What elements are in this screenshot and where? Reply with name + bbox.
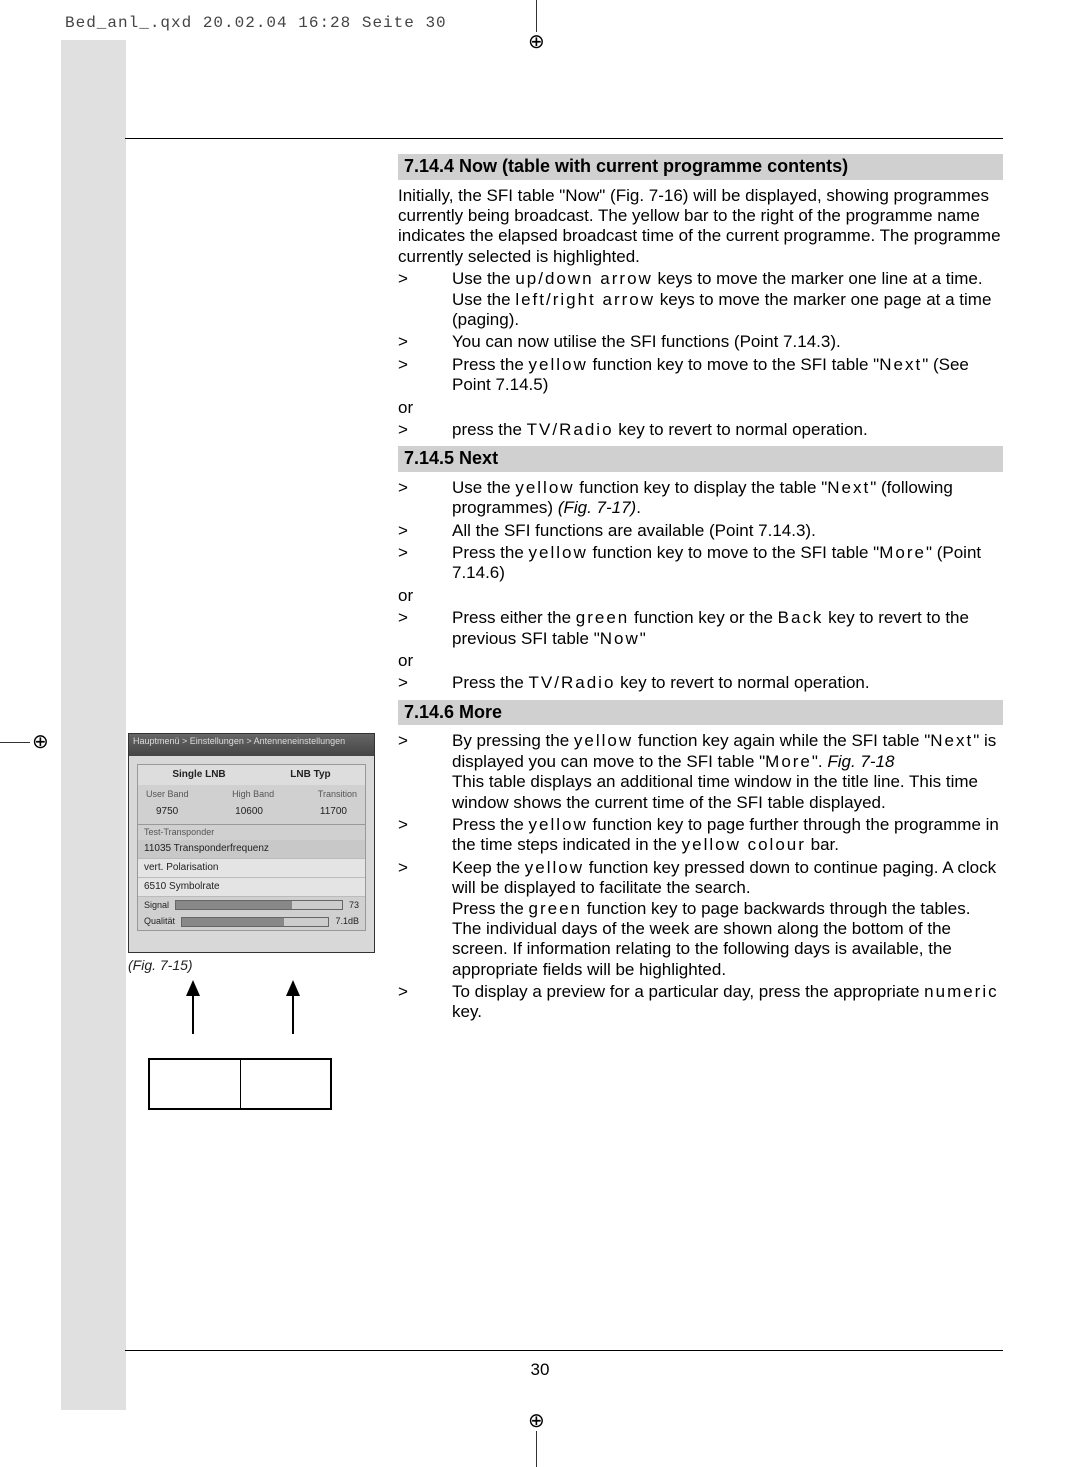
- fig-row-1: 11035 Transponderfrequenz: [138, 840, 365, 859]
- fig-row-3: 6510 Symbolrate: [138, 878, 365, 897]
- instruction-text: Press the yellow function key to move to…: [452, 355, 1003, 396]
- bullet-marker: >: [398, 543, 452, 584]
- crop-mark-bottom: ⊕: [528, 1411, 545, 1467]
- instruction-item: >You can now utilise the SFI functions (…: [398, 332, 1003, 352]
- figure-column: Hauptmenü > Einstellungen > Antenneneins…: [128, 733, 378, 1110]
- fig-hdr-1: Single LNB: [172, 769, 225, 781]
- instruction-item: >Press the yellow function key to move t…: [398, 543, 1003, 584]
- bullet-marker: >: [398, 815, 452, 856]
- instruction-text: Press the TV/Radio key to revert to norm…: [452, 673, 1003, 693]
- bullet-marker: >: [398, 608, 452, 649]
- instruction-item: >All the SFI functions are available (Po…: [398, 521, 1003, 541]
- bullet-marker: >: [398, 731, 452, 813]
- bullet-marker: >: [398, 478, 452, 519]
- fig-signal-label: Signal: [144, 900, 169, 911]
- instruction-text: To display a preview for a particular da…: [452, 982, 1003, 1023]
- fig-qual-label: Qualität: [144, 916, 175, 927]
- instruction-item: >By pressing the yellow function key aga…: [398, 731, 1003, 813]
- or-separator: or: [398, 398, 1003, 418]
- bullet-marker: >: [398, 982, 452, 1023]
- instruction-item: >To display a preview for a particular d…: [398, 982, 1003, 1023]
- instruction-item: >Press the yellow function key to page f…: [398, 815, 1003, 856]
- bullet-marker: >: [398, 858, 452, 980]
- page-number: 30: [0, 1360, 1080, 1380]
- figure-caption: (Fig. 7-15): [128, 957, 378, 974]
- instruction-item: >Press either the green function key or …: [398, 608, 1003, 649]
- instruction-item: >Use the up/down arrow keys to move the …: [398, 269, 1003, 330]
- bottom-rule: [125, 1350, 1003, 1351]
- content-area: Hauptmenü > Einstellungen > Antenneneins…: [128, 148, 1004, 1025]
- fig-row-2: vert. Polarisation: [138, 859, 365, 878]
- instruction-text: Keep the yellow function key pressed dow…: [452, 858, 1003, 980]
- instruction-text: By pressing the yellow function key agai…: [452, 731, 1003, 813]
- instruction-item: >press the TV/Radio key to revert to nor…: [398, 420, 1003, 440]
- bullet-marker: >: [398, 420, 452, 440]
- page: Bed_anl_.qxd 20.02.04 16:28 Seite 30 ⊕ ⊕…: [0, 0, 1080, 1467]
- margin-strip: [61, 40, 126, 1410]
- bullet-marker: >: [398, 521, 452, 541]
- instruction-text: press the TV/Radio key to revert to norm…: [452, 420, 1003, 440]
- instruction-text: Use the up/down arrow keys to move the m…: [452, 269, 1003, 330]
- section-intro: Initially, the SFI table "Now" (Fig. 7-1…: [398, 186, 1003, 268]
- instruction-text: Press the yellow function key to page fu…: [452, 815, 1003, 856]
- bullet-marker: >: [398, 332, 452, 352]
- or-separator: or: [398, 586, 1003, 606]
- fig-hdr-2: LNB Typ: [290, 769, 330, 781]
- instruction-item: >Press the yellow function key to move t…: [398, 355, 1003, 396]
- section-heading: 7.14.4 Now (table with current programme…: [398, 154, 1003, 180]
- bullet-marker: >: [398, 269, 452, 330]
- figure-screenshot: Hauptmenü > Einstellungen > Antenneneins…: [128, 733, 375, 953]
- section-heading: 7.14.5 Next: [398, 446, 1003, 472]
- instruction-text: Press either the green function key or t…: [452, 608, 1003, 649]
- instruction-item: >Use the yellow function key to display …: [398, 478, 1003, 519]
- crop-mark-left: ⊕: [0, 730, 49, 754]
- section-heading: 7.14.6 More: [398, 700, 1003, 726]
- bullet-marker: >: [398, 673, 452, 693]
- bullet-marker: >: [398, 355, 452, 396]
- crop-mark-top: ⊕: [528, 0, 545, 52]
- or-separator: or: [398, 651, 1003, 671]
- fig-signal-val: 73: [349, 900, 359, 911]
- instruction-item: >Keep the yellow function key pressed do…: [398, 858, 1003, 980]
- source-header: Bed_anl_.qxd 20.02.04 16:28 Seite 30: [65, 14, 447, 33]
- callout-box: [148, 1058, 332, 1110]
- top-rule: [125, 138, 1003, 139]
- instruction-text: Press the yellow function key to move to…: [452, 543, 1003, 584]
- fig-qual-val: 7.1dB: [335, 916, 359, 927]
- instruction-item: >Press the TV/Radio key to revert to nor…: [398, 673, 1003, 693]
- instruction-text: All the SFI functions are available (Poi…: [452, 521, 1003, 541]
- instruction-text: Use the yellow function key to display t…: [452, 478, 1003, 519]
- instruction-text: You can now utilise the SFI functions (P…: [452, 332, 1003, 352]
- text-column: 7.14.4 Now (table with current programme…: [398, 154, 1003, 1023]
